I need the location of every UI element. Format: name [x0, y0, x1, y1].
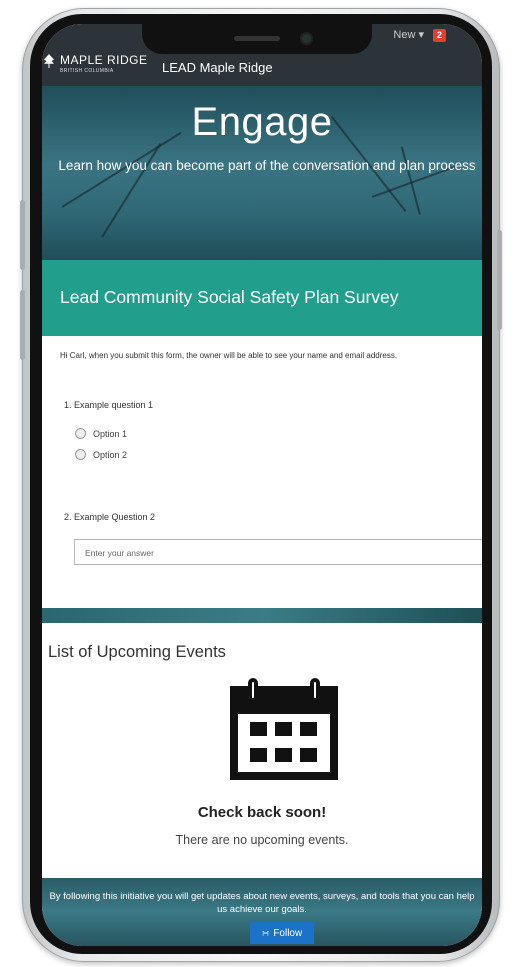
- volume-up-button: [20, 200, 25, 270]
- follow-description: By following this initiative you will ge…: [49, 891, 475, 915]
- empty-state-heading: Check back soon!: [197, 804, 327, 821]
- volume-down-button: [20, 290, 25, 360]
- option-2-radio[interactable]: [75, 449, 86, 460]
- brand-subtitle: BRITISH COLUMBIA: [60, 68, 114, 74]
- events-title: List of Upcoming Events: [48, 643, 226, 661]
- follow-label: Follow: [273, 928, 303, 939]
- privacy-notice: Hi Carl, when you submit this form, the …: [60, 351, 398, 360]
- calendar-ring: [248, 678, 258, 702]
- phone-screen: MAPLE RIDGE BRITISH COLUMBIA LEAD Maple …: [42, 24, 482, 946]
- front-camera: [302, 34, 311, 43]
- survey-title: Lead Community Social Safety Plan Survey: [60, 287, 399, 307]
- brand-name: MAPLE RIDGE: [60, 53, 148, 67]
- site-title[interactable]: LEAD Maple Ridge: [162, 60, 273, 75]
- calendar-cell: [275, 722, 292, 736]
- power-button: [497, 230, 502, 330]
- calendar-body: [230, 686, 338, 780]
- calendar-grid: [238, 714, 330, 772]
- survey-header: Lead Community Social Safety Plan Survey: [42, 260, 482, 336]
- calendar-cell: [300, 748, 317, 762]
- question-2-label: 2. Example Question 2: [64, 512, 156, 522]
- calendar-cell: [300, 722, 317, 736]
- hero-banner: Engage Learn how you can become part of …: [42, 86, 482, 260]
- hero-title: Engage: [191, 100, 333, 144]
- follow-button[interactable]: ∺ Follow: [250, 922, 314, 944]
- rss-icon: ∺: [261, 928, 270, 938]
- option-1-radio[interactable]: [75, 428, 86, 439]
- brand-logo[interactable]: MAPLE RIDGE BRITISH COLUMBIA: [60, 54, 148, 74]
- notification-badge[interactable]: 2: [433, 29, 446, 42]
- option-1-label[interactable]: Option 1: [93, 429, 127, 439]
- maple-leaf-icon: [44, 54, 54, 68]
- section-divider: [42, 608, 482, 623]
- calendar-cell: [250, 748, 267, 762]
- speaker-grille: [234, 36, 280, 41]
- hero-subtitle: Learn how you can become part of the con…: [58, 158, 476, 173]
- empty-state-message: There are no upcoming events.: [175, 833, 349, 847]
- question-1-label: 1. Example question 1: [64, 400, 154, 410]
- calendar-cell: [275, 748, 292, 762]
- follow-footer: By following this initiative you will ge…: [42, 878, 482, 946]
- answer-placeholder: Enter your answer: [85, 548, 154, 558]
- phone-notch: [142, 24, 372, 54]
- answer-input[interactable]: Enter your answer: [74, 539, 482, 565]
- calendar-cell: [250, 722, 267, 736]
- calendar-ring: [310, 678, 320, 702]
- option-2-label[interactable]: Option 2: [93, 450, 127, 460]
- calendar-icon: [230, 678, 338, 780]
- new-menu[interactable]: New ▾: [393, 28, 424, 41]
